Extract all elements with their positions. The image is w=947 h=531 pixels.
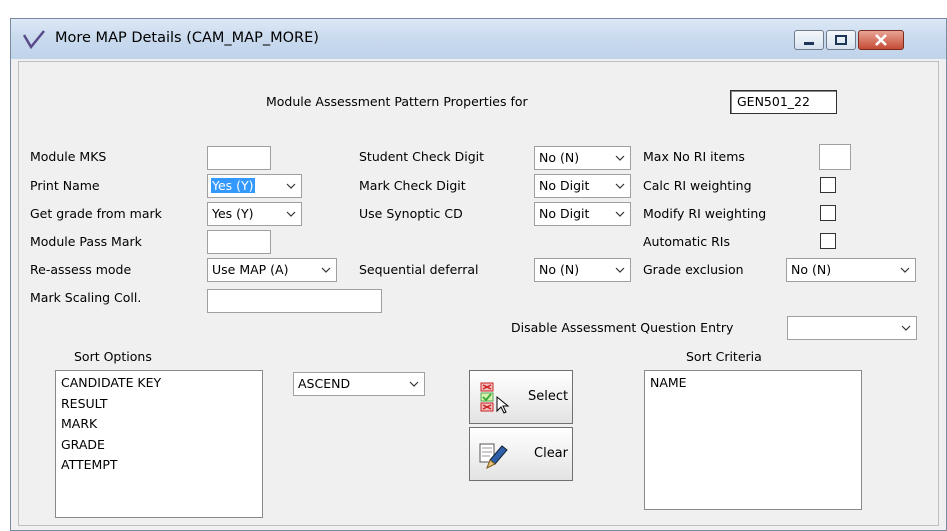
sort-criteria-list[interactable]: NAME [644,370,862,510]
maximize-button[interactable] [826,30,856,50]
print-name-select[interactable]: Yes (Y) [207,174,302,198]
max-ri-label: Max No RI items [643,149,745,164]
dialog-body: Module Assessment Pattern Properties for… [18,61,939,526]
grade-exclusion-label: Grade exclusion [643,262,744,277]
sequential-value: No (N) [539,262,580,277]
list-item[interactable]: GRADE [56,435,262,456]
sort-options-label: Sort Options [74,349,152,364]
select-button-label: Select [528,389,569,404]
pass-mark-label: Module Pass Mark [30,234,142,249]
list-item[interactable]: MARK [56,414,262,435]
disable-question-select[interactable] [787,316,917,340]
chevron-down-icon [615,183,625,189]
sort-options-list[interactable]: CANDIDATE KEY RESULT MARK GRADE ATTEMPT [55,370,263,518]
chevron-down-icon [286,211,296,217]
disable-question-label: Disable Assessment Question Entry [511,320,734,335]
scaling-label: Mark Scaling Coll. [30,290,142,305]
header-label: Module Assessment Pattern Properties for [266,94,528,109]
chevron-down-icon [900,267,910,273]
mark-check-value: No Digit [539,178,590,193]
scaling-input[interactable] [207,289,382,313]
grade-exclusion-select[interactable]: No (N) [786,258,916,282]
list-item[interactable]: NAME [645,373,861,394]
window-title: More MAP Details (CAM_MAP_MORE) [55,30,319,46]
sequential-label: Sequential deferral [359,262,479,277]
module-mks-input[interactable] [207,146,271,170]
sort-order-value: ASCEND [298,376,351,391]
select-button[interactable]: Select [469,370,573,424]
max-ri-input[interactable] [819,144,851,170]
reassess-label: Re-assess mode [30,262,132,277]
mark-check-label: Mark Check Digit [359,178,466,193]
list-item[interactable]: RESULT [56,394,262,415]
grade-from-mark-value: Yes (Y) [212,206,254,221]
student-check-select[interactable]: No (N) [534,146,631,170]
clear-button[interactable]: Clear [469,427,573,481]
eraser-icon [479,443,508,470]
chevron-down-icon [615,211,625,217]
grade-from-mark-label: Get grade from mark [30,206,162,221]
minimize-icon [804,42,814,45]
minimize-button[interactable] [794,30,824,50]
chevron-down-icon [286,183,296,189]
synoptic-value: No Digit [539,206,590,221]
module-mks-label: Module MKS [30,149,107,164]
reassess-value: Use MAP (A) [212,262,289,277]
close-icon [875,34,887,46]
chevron-down-icon [615,267,625,273]
calc-ri-checkbox[interactable] [820,177,836,193]
pass-mark-input[interactable] [207,230,271,254]
maximize-icon [835,35,847,45]
close-button[interactable] [858,30,904,50]
grade-from-mark-select[interactable]: Yes (Y) [207,202,302,226]
print-name-label: Print Name [30,178,100,193]
sequential-select[interactable]: No (N) [534,258,631,282]
modify-ri-label: Modify RI weighting [643,206,767,221]
chevron-down-icon [615,155,625,161]
student-check-value: No (N) [539,150,580,165]
sort-criteria-label: Sort Criteria [686,349,762,364]
dialog-window: More MAP Details (CAM_MAP_MORE) Module A… [10,18,947,531]
auto-ri-checkbox[interactable] [820,233,836,249]
grade-exclusion-value: No (N) [791,262,832,277]
auto-ri-label: Automatic RIs [643,234,730,249]
list-item[interactable]: ATTEMPT [56,455,262,476]
sort-order-select[interactable]: ASCEND [293,372,425,396]
chevron-down-icon [901,325,911,331]
chevron-down-icon [409,381,419,387]
list-item[interactable]: CANDIDATE KEY [56,373,262,394]
chevron-down-icon [321,267,331,273]
synoptic-select[interactable]: No Digit [534,202,631,226]
title-bar[interactable]: More MAP Details (CAM_MAP_MORE) [11,19,946,59]
module-code-field[interactable]: GEN501_22 [730,90,837,114]
reassess-select[interactable]: Use MAP (A) [207,258,337,282]
app-check-icon [23,30,45,49]
select-list-icon [480,382,510,414]
calc-ri-label: Calc RI weighting [643,178,752,193]
mark-check-select[interactable]: No Digit [534,174,631,198]
student-check-label: Student Check Digit [359,149,485,164]
synoptic-label: Use Synoptic CD [359,206,463,221]
modify-ri-checkbox[interactable] [820,205,836,221]
print-name-value: Yes (Y) [211,178,255,193]
clear-button-label: Clear [534,446,568,461]
